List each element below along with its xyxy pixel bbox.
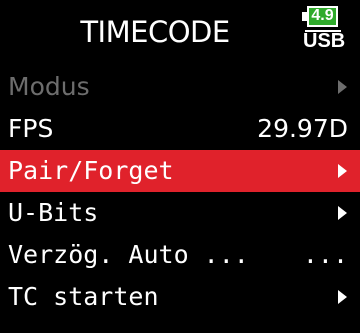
chevron-right-icon — [338, 80, 347, 94]
page-title: TIMECODE — [80, 15, 230, 49]
menu-item-pair-forget[interactable]: Pair/Forget — [0, 150, 360, 192]
menu-item-fps[interactable]: FPS 29.97D — [0, 108, 360, 150]
menu-item-label: TC starten — [8, 282, 159, 311]
menu-item-value: 29.97D — [257, 114, 348, 143]
chevron-right-icon — [338, 164, 347, 178]
menu-item-label: U-Bits — [8, 198, 99, 227]
power-status: 4.9 USB — [300, 6, 346, 58]
chevron-right-icon — [338, 290, 347, 304]
menu-item-tc-starten[interactable]: TC starten — [0, 276, 360, 318]
power-source-label: USB — [303, 30, 346, 52]
menu-item-label: Modus — [8, 72, 90, 101]
menu-item-label: Verzög. Auto ... — [8, 240, 249, 269]
menu-item-label: Pair/Forget — [8, 156, 174, 185]
menu-item-verzoeg-auto[interactable]: Verzög. Auto ... ... — [0, 234, 360, 276]
chevron-right-icon — [338, 206, 347, 220]
menu-item-value: ... — [302, 240, 348, 269]
battery-level: 4.9 — [311, 7, 334, 24]
menu-item-u-bits[interactable]: U-Bits — [0, 192, 360, 234]
menu-item-modus[interactable]: Modus — [0, 66, 360, 108]
timecode-screen: TIMECODE 4.9 USB Modus FPS 29.97D Pair/F… — [0, 0, 360, 333]
menu-item-label: FPS — [8, 114, 54, 143]
header-bar: TIMECODE 4.9 USB — [0, 0, 360, 66]
